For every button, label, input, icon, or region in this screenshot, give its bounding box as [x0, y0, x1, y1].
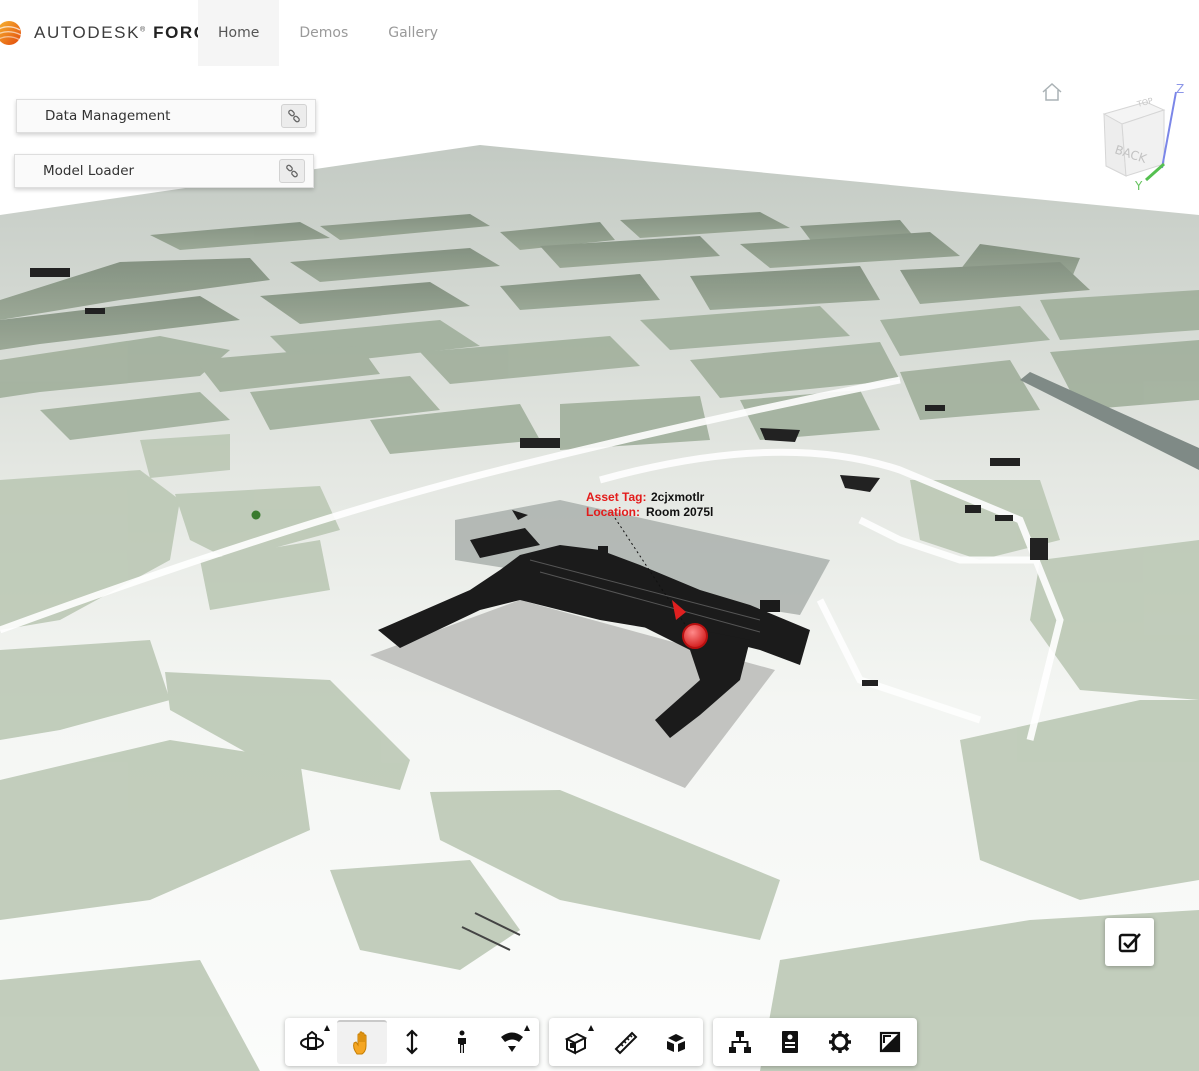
location-key: Location: [586, 505, 640, 519]
model-loader-link-button[interactable] [279, 159, 305, 183]
section-icon [564, 1032, 588, 1055]
asset-tag-tooltip: Asset Tag: 2cjxmotlr Location: Room 2075l [586, 490, 713, 520]
nav-tab-demos[interactable]: Demos [279, 0, 368, 66]
settings-icon [829, 1031, 851, 1053]
section-button[interactable] [551, 1020, 601, 1064]
model-loader-panel[interactable]: Model Loader [14, 154, 314, 188]
y-axis-label: Y [1134, 179, 1143, 193]
extension-tools [713, 1018, 917, 1066]
z-axis-label: Z [1176, 82, 1184, 96]
measure-icon [614, 1031, 638, 1055]
model-loader-label: Model Loader [43, 163, 135, 179]
camera-view-icon [501, 1032, 523, 1052]
camera-view-button[interactable] [487, 1020, 537, 1064]
orbit-icon [300, 1030, 324, 1050]
measure-button[interactable] [601, 1020, 651, 1064]
checkbox-icon [1118, 933, 1141, 953]
settings-button[interactable] [815, 1020, 865, 1064]
brand[interactable]: AUTODESK® FORGE [0, 18, 222, 48]
fullscreen-button[interactable] [865, 1020, 915, 1064]
model-browser-icon [729, 1031, 751, 1053]
zoom-icon [406, 1029, 418, 1055]
zoom-button[interactable] [387, 1020, 437, 1064]
first-person-icon [458, 1030, 466, 1053]
explode-icon [667, 1034, 685, 1052]
tree [251, 510, 261, 520]
link-icon [286, 164, 298, 178]
top-navbar: AUTODESK® FORGE Home Demos Gallery [0, 0, 1199, 66]
checklist-button[interactable] [1105, 918, 1154, 966]
asset-tag-row: Asset Tag: 2cjxmotlr [586, 490, 713, 505]
data-management-label: Data Management [45, 108, 171, 124]
link-icon [288, 109, 300, 123]
data-management-panel[interactable]: Data Management [16, 99, 316, 133]
navigation-tools [285, 1018, 539, 1066]
viewcube[interactable]: TOP BACK Z Y [1090, 80, 1194, 196]
first-person-button[interactable] [437, 1020, 487, 1064]
pan-button[interactable] [337, 1020, 387, 1064]
viewer-toolbar [285, 1018, 917, 1066]
airport-3d-scene[interactable] [0, 66, 1199, 1071]
asset-marker[interactable] [682, 623, 708, 649]
location-value: Room 2075l [646, 505, 714, 519]
brand-name: AUTODESK® FORGE [34, 23, 222, 42]
main-nav: Home Demos Gallery [198, 0, 458, 66]
properties-button[interactable] [765, 1020, 815, 1064]
forge-viewer-canvas[interactable]: Data Management Model Loader TOP BACK Z … [0, 66, 1199, 1071]
orbit-button[interactable] [287, 1020, 337, 1064]
fullscreen-icon [879, 1031, 901, 1053]
data-management-link-button[interactable] [281, 104, 307, 128]
pan-icon [353, 1031, 367, 1055]
autodesk-logo-icon [0, 21, 22, 45]
properties-icon [782, 1031, 798, 1053]
explode-button[interactable] [651, 1020, 701, 1064]
model-tools [549, 1018, 703, 1066]
model-browser-button[interactable] [715, 1020, 765, 1064]
location-row: Location: Room 2075l [586, 505, 713, 520]
asset-tag-value: 2cjxmotlr [651, 490, 705, 504]
home-icon[interactable] [1040, 81, 1064, 103]
asset-tag-key: Asset Tag: [586, 490, 647, 504]
nav-tab-home[interactable]: Home [198, 0, 280, 66]
nav-tab-gallery[interactable]: Gallery [368, 0, 458, 66]
